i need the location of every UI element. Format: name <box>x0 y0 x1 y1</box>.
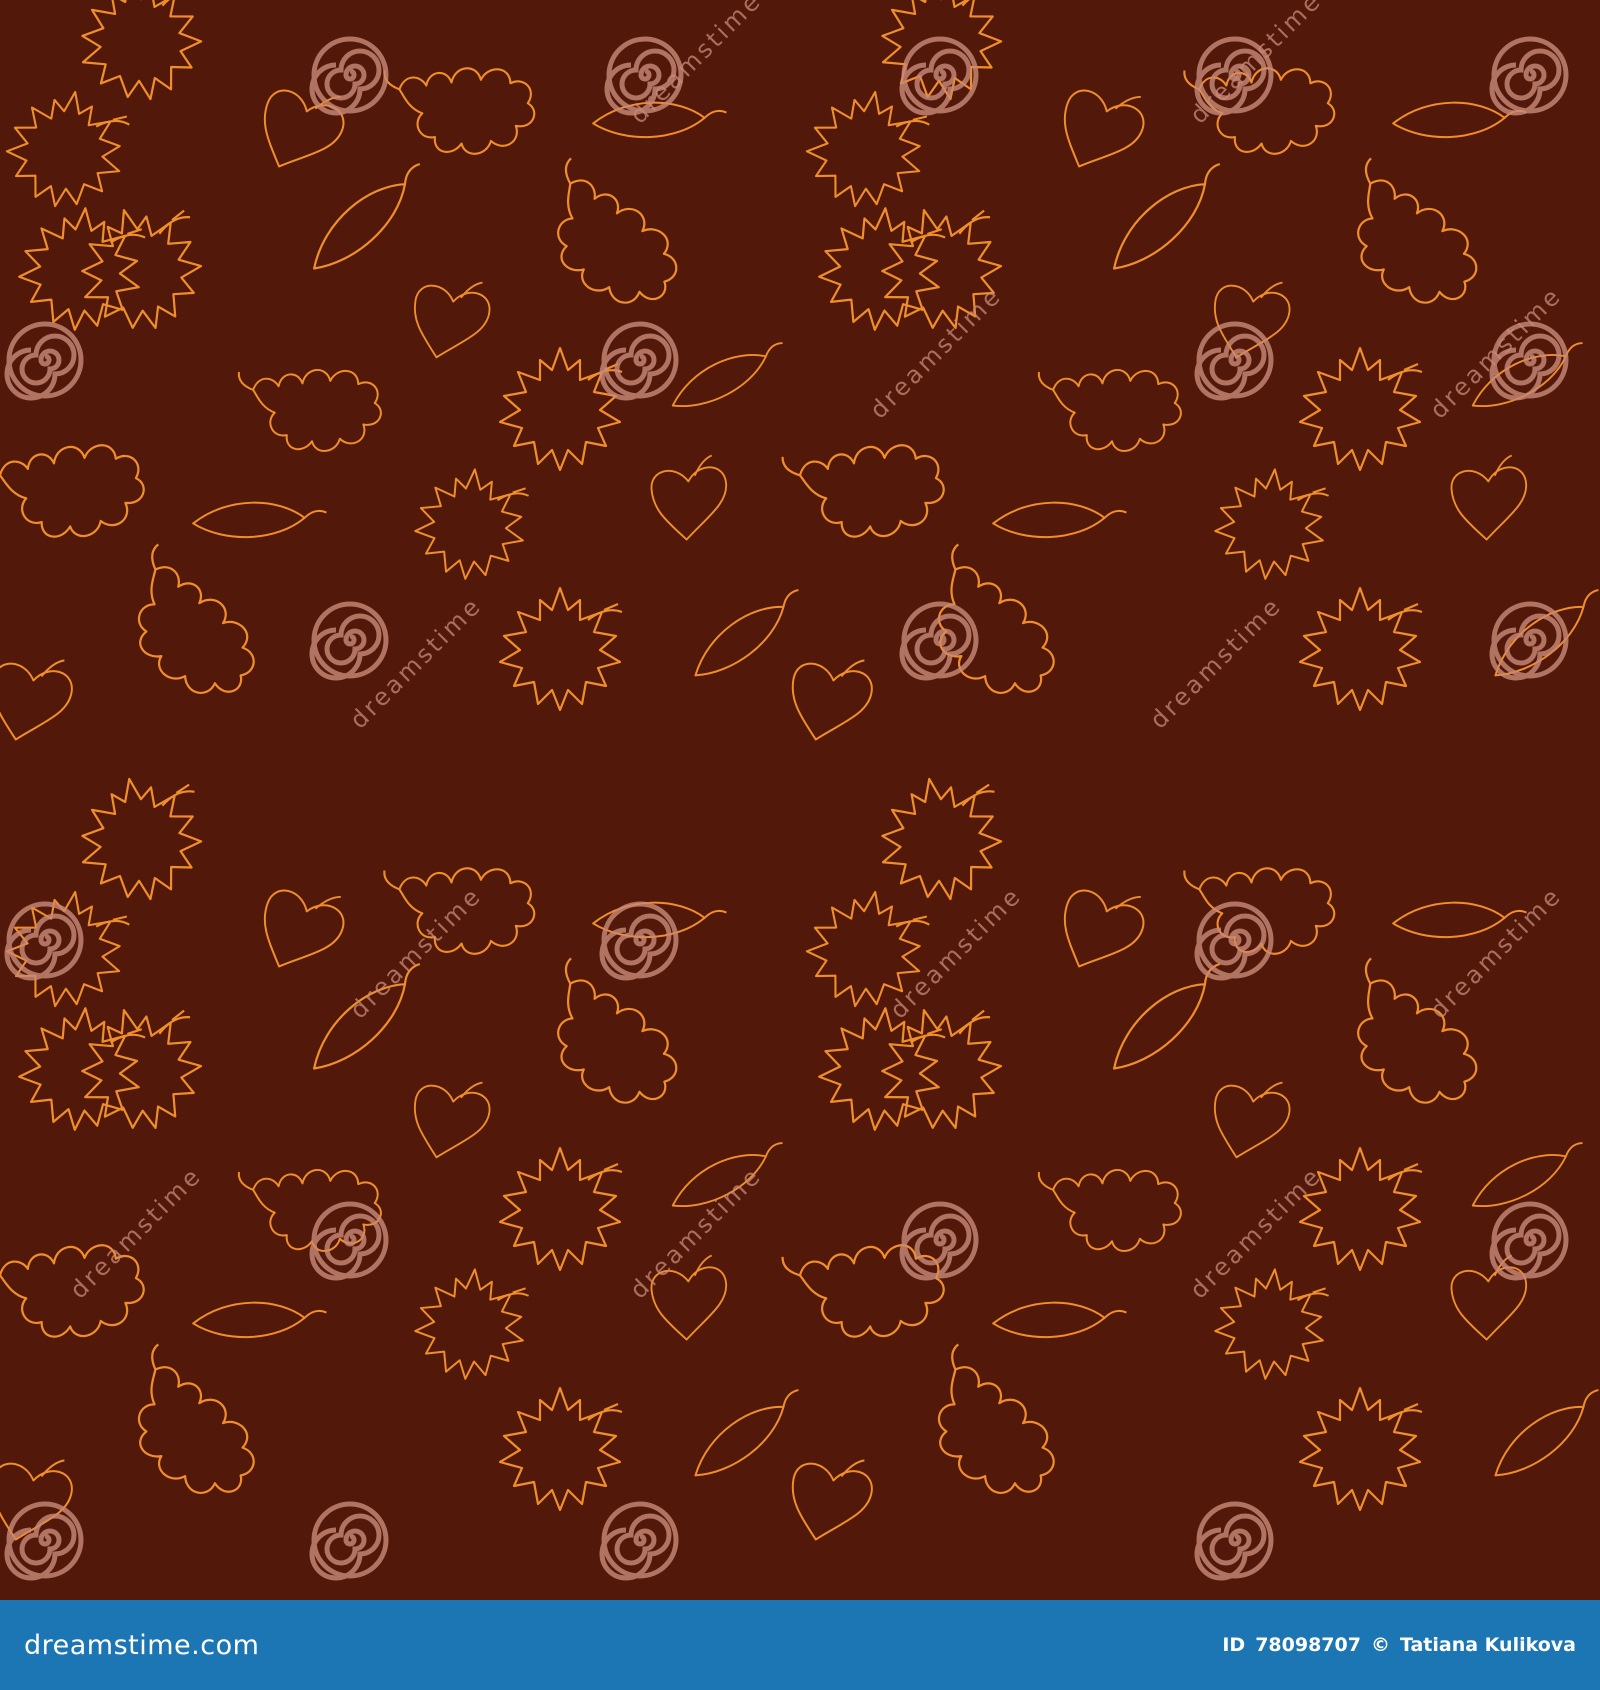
footer-bar: dreamstime.com ID 78098707 © Tatiana Kul… <box>0 1600 1600 1690</box>
footer-credit: ID 78098707 © Tatiana Kulikova <box>1222 1634 1576 1656</box>
footer-logo-text[interactable]: dreamstime.com <box>24 1630 259 1661</box>
author-name: Tatiana Kulikova <box>1399 1634 1576 1656</box>
image-id-value: 78098707 <box>1255 1634 1361 1656</box>
leaf-pattern: dreamstime dreamstimedreamstime dreamstime… <box>0 0 1600 1600</box>
copyright-icon: © <box>1370 1634 1390 1656</box>
image-id-label: ID <box>1222 1634 1246 1656</box>
leaf-pattern-area: dreamstime dreamstime dreamstime dreamstime… <box>0 0 1600 1600</box>
